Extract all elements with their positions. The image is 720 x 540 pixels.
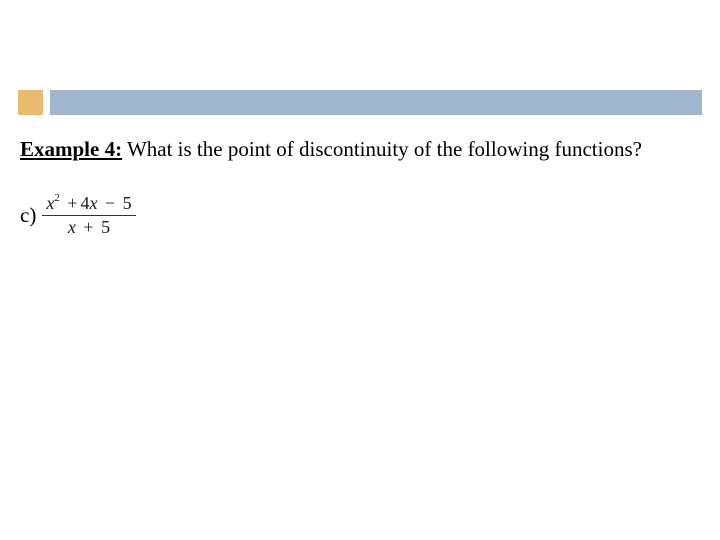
question-block: Example 4: What is the point of disconti…: [20, 136, 700, 163]
den-const-5: 5: [101, 217, 110, 237]
exponent: 2: [54, 192, 60, 204]
slide-content: Example 4: What is the point of disconti…: [0, 118, 720, 238]
den-var-x: x: [68, 217, 76, 237]
den-op-plus: +: [80, 217, 96, 237]
part-label: c): [20, 202, 36, 229]
fraction-bar: [42, 215, 135, 216]
question-text: What is the point of discontinuity of th…: [122, 137, 642, 161]
op-minus: −: [102, 193, 118, 213]
rational-expression: x2 +4x − 5 x + 5: [42, 193, 135, 237]
slide-header: [0, 0, 720, 118]
numerator: x2 +4x − 5: [42, 193, 135, 214]
denominator: x + 5: [64, 217, 114, 238]
part-c: c) x2 +4x − 5 x + 5: [20, 193, 700, 237]
accent-square: [18, 90, 43, 115]
op-plus: +: [64, 193, 80, 213]
const-5: 5: [123, 193, 132, 213]
example-label: Example 4:: [20, 137, 122, 161]
var-x2: x: [89, 193, 97, 213]
title-bar: [50, 90, 702, 115]
